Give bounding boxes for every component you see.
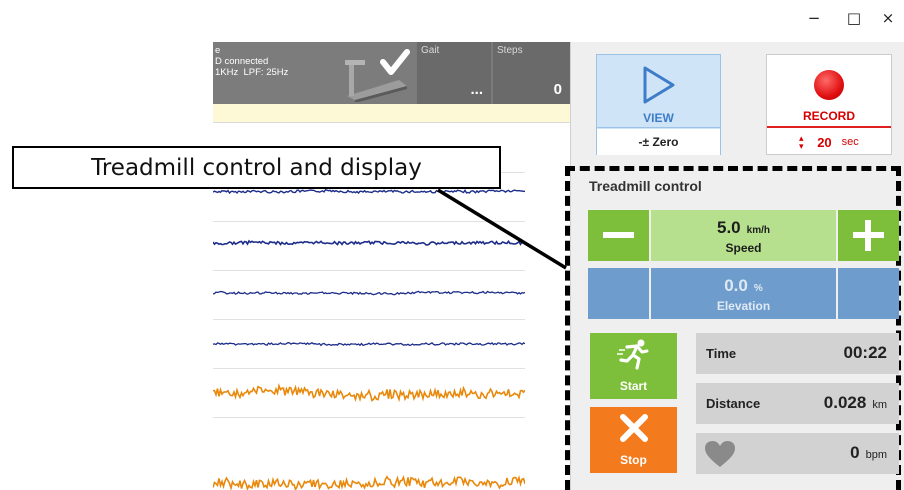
elevation-label: Elevation [716, 299, 771, 313]
signal-area: e D connected 1KHz LPF: 25Hz Gait ... St… [213, 42, 570, 490]
record-seconds[interactable]: 20 [817, 135, 831, 150]
plus-icon-vertical [865, 220, 871, 251]
runner-icon [590, 338, 677, 370]
speed-unit: km/h [746, 225, 770, 236]
view-separator [597, 127, 720, 128]
signal-trace-6 [213, 475, 525, 490]
elevation-value-line: 0.0% [651, 276, 836, 296]
status-bar: e D connected 1KHz LPF: 25Hz Gait ... St… [213, 42, 570, 104]
speed-display: 5.0 km/h Speed [651, 210, 836, 261]
device-status-text: e D connected 1KHz LPF: 25Hz [215, 45, 288, 78]
signal-trace-2 [213, 239, 525, 246]
steps-label: Steps [497, 45, 523, 56]
elevation-display: 0.0% Elevation [651, 268, 836, 319]
stop-button[interactable]: Stop [590, 407, 677, 473]
minimize-button[interactable]: − [800, 6, 828, 30]
annotation-label: Treadmill control and display [12, 146, 501, 189]
heart-rate-value-group: 0 bpm [850, 443, 887, 463]
treadmill-control-title: Treadmill control [589, 178, 702, 194]
notification-strip [213, 104, 570, 122]
steps-panel: Steps 0 [493, 42, 570, 104]
record-unit: sec [841, 136, 859, 148]
elevation-increase-button[interactable] [838, 268, 899, 319]
heart-rate-value: 0 [850, 443, 860, 462]
speed-control: 5.0 km/h Speed [588, 210, 899, 261]
signal-traces [213, 172, 525, 490]
time-value: 00:22 [843, 343, 887, 362]
speed-label: Speed [725, 241, 762, 255]
record-separator [767, 126, 891, 128]
distance-unit: km [872, 399, 887, 411]
gait-panel: Gait ... [417, 42, 491, 104]
steps-value: 0 [553, 81, 562, 98]
heart-rate-unit: bpm [865, 449, 887, 461]
time-display: Time 00:22 [696, 333, 899, 374]
gait-value: ... [470, 81, 483, 98]
view-button[interactable]: VIEW -± Zero [596, 54, 721, 155]
close-button[interactable]: × [874, 6, 902, 30]
time-label: Time [706, 346, 737, 361]
signal-trace-3 [213, 290, 525, 296]
start-button[interactable]: Start [590, 333, 677, 399]
record-icon [814, 70, 844, 100]
speed-decrease-button[interactable] [588, 210, 649, 261]
trace-plot [213, 188, 525, 490]
heart-rate-display: 0 bpm [696, 433, 899, 474]
play-icon [643, 66, 675, 104]
status-line-1: e [215, 45, 221, 56]
signal-trace-1 [213, 188, 525, 195]
divider [213, 122, 570, 123]
elevation-control: 0.0% Elevation [588, 268, 899, 319]
speed-value: 5.0 [717, 218, 741, 237]
device-status: e D connected 1KHz LPF: 25Hz [213, 42, 415, 104]
distance-label: Distance [706, 396, 761, 411]
distance-display: Distance 0.028 km [696, 383, 899, 424]
distance-value: 0.028 [823, 393, 867, 412]
stop-x-icon [590, 412, 677, 444]
treadmill-check-icon [345, 49, 410, 102]
duration-stepper-icon[interactable]: ▴▾ [797, 134, 807, 150]
elevation-decrease-button[interactable] [588, 268, 649, 319]
gait-label: Gait [421, 45, 440, 56]
record-duration: ▴▾ 20 sec [767, 131, 891, 153]
maximize-button[interactable]: □ [840, 6, 868, 30]
record-button[interactable]: RECORD ▴▾ 20 sec [766, 54, 892, 155]
status-line-3: 1KHz LPF: 25Hz [215, 67, 289, 78]
heart-icon [705, 441, 735, 467]
stop-label: Stop [620, 453, 647, 467]
minus-icon [603, 232, 634, 238]
signal-trace-4 [213, 341, 525, 347]
elevation-value: 0.0 [724, 276, 748, 295]
zero-button[interactable]: -± Zero [597, 129, 720, 155]
signal-trace-5 [213, 383, 525, 403]
elevation-unit: % [753, 283, 763, 294]
speed-increase-button[interactable] [838, 210, 899, 261]
record-label: RECORD [802, 109, 855, 123]
distance-value-group: 0.028 km [824, 393, 887, 413]
speed-value-line: 5.0 km/h [651, 218, 836, 238]
status-line-2: D connected [215, 56, 269, 67]
start-label: Start [619, 379, 648, 393]
view-label: VIEW [643, 111, 674, 125]
